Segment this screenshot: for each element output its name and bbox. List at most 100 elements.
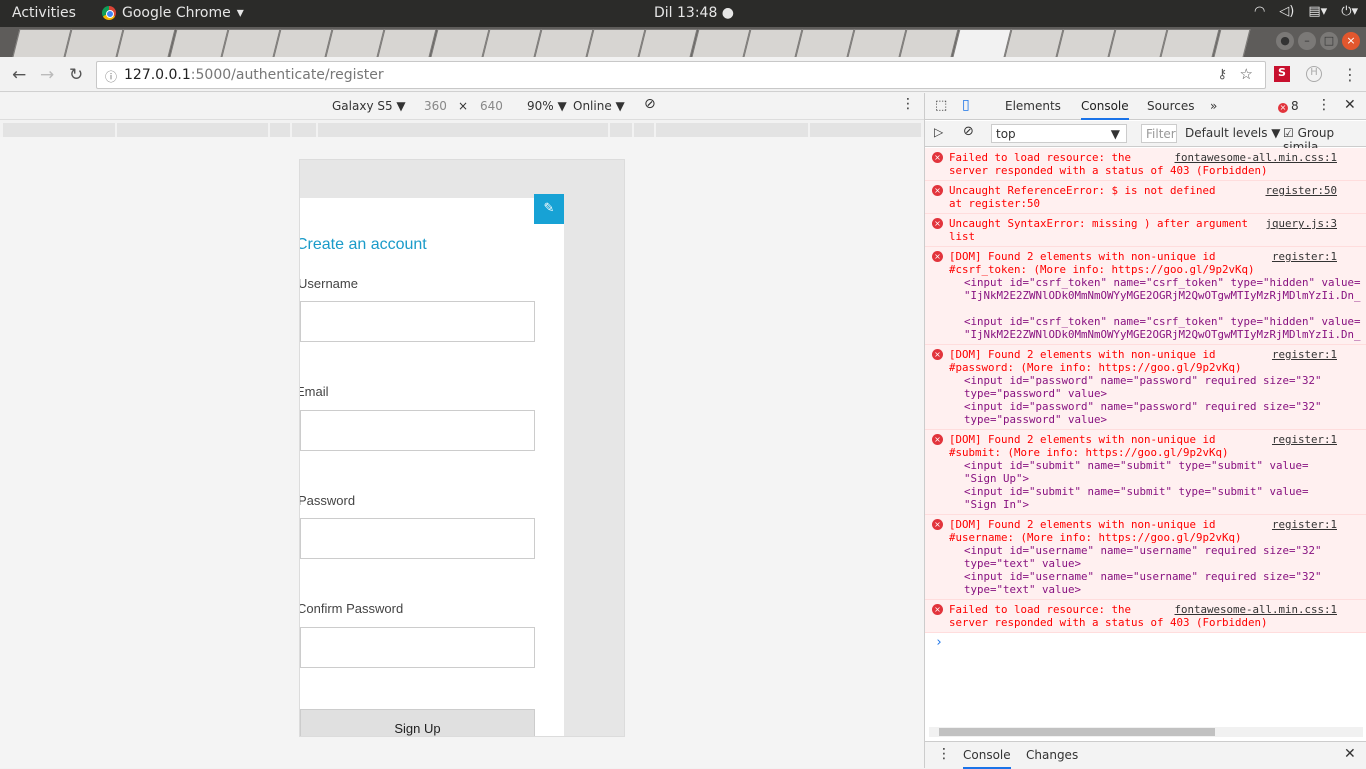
error-source-link[interactable]: register:1 bbox=[1272, 348, 1337, 361]
close-drawer-icon[interactable]: ✕ bbox=[1344, 746, 1356, 762]
browser-tab[interactable]: 🗋12 bbox=[12, 29, 72, 83]
username-input[interactable] bbox=[300, 301, 535, 342]
filter-input[interactable]: Filter bbox=[1141, 124, 1177, 143]
console-error-message[interactable]: × [DOM] Found 2 elements with non-unique … bbox=[925, 430, 1366, 515]
error-source-link[interactable]: fontawesome-all.min.css:1 bbox=[1174, 603, 1337, 616]
ruler-segment[interactable] bbox=[3, 123, 115, 137]
ruler-segment[interactable] bbox=[116, 123, 269, 137]
browser-tab[interactable]: ◉O bbox=[586, 29, 646, 76]
browser-tab[interactable]: 🗋H bbox=[221, 29, 281, 83]
error-source-link[interactable]: register:1 bbox=[1272, 433, 1337, 446]
horizontal-scrollbar[interactable] bbox=[929, 727, 1363, 737]
browser-tab[interactable]: ◉O bbox=[430, 29, 490, 76]
browser-tab[interactable]: Gjq bbox=[1056, 29, 1116, 76]
chrome-menu-icon[interactable]: ⋮ bbox=[1342, 65, 1358, 84]
rotate-icon[interactable]: ⊘ bbox=[644, 96, 656, 112]
browser-tab[interactable]: ◉O bbox=[273, 29, 333, 76]
tab-console[interactable]: Console bbox=[1081, 99, 1129, 120]
device-toggle-icon[interactable]: ▯ bbox=[962, 97, 970, 113]
browser-tab[interactable]: 🗋ht bbox=[1160, 29, 1220, 83]
extension-h-icon[interactable]: H bbox=[1306, 66, 1322, 82]
browser-tab[interactable]: ■Th bbox=[899, 29, 959, 76]
error-source-link[interactable]: fontawesome-all.min.css:1 bbox=[1174, 151, 1337, 164]
device-width[interactable]: 360 bbox=[424, 99, 447, 113]
network-select[interactable]: Online ▼ bbox=[573, 99, 625, 113]
drawer-tab-changes[interactable]: Changes bbox=[1026, 748, 1078, 762]
error-source-link[interactable]: register:1 bbox=[1272, 250, 1337, 263]
device-select[interactable]: Galaxy S5 ▼ bbox=[332, 99, 406, 113]
browser-tab[interactable]: ◉O bbox=[325, 29, 385, 76]
browser-tab[interactable]: ◉O bbox=[638, 29, 698, 76]
console-prompt[interactable]: › bbox=[935, 635, 1366, 650]
close-devtools-icon[interactable]: ✕ bbox=[1344, 97, 1356, 113]
console-error-message[interactable]: × [DOM] Found 2 elements with non-unique … bbox=[925, 515, 1366, 600]
ruler-segment[interactable] bbox=[270, 123, 291, 137]
console-error-message[interactable]: × Uncaught SyntaxError: missing ) after a… bbox=[925, 214, 1366, 247]
close-window-button[interactable]: × bbox=[1342, 32, 1360, 50]
browser-tab[interactable]: ◉O bbox=[482, 29, 542, 76]
ruler-segment[interactable] bbox=[292, 123, 317, 137]
tab-sources[interactable]: Sources bbox=[1147, 99, 1194, 113]
clock[interactable]: Dil 13:48 ● bbox=[654, 5, 734, 21]
bookmark-star-icon[interactable]: ☆ bbox=[1240, 65, 1253, 83]
key-icon[interactable]: ⚷ bbox=[1217, 67, 1227, 82]
ruler-segment[interactable] bbox=[633, 123, 654, 137]
forward-icon[interactable]: → bbox=[40, 65, 54, 85]
browser-tab[interactable]: ◉O bbox=[534, 29, 594, 76]
info-icon[interactable]: ⓘ bbox=[105, 68, 117, 85]
browser-tab[interactable]: 🗋× bbox=[952, 29, 1012, 83]
more-tabs-icon[interactable]: » bbox=[1210, 99, 1217, 113]
browser-tab[interactable]: #! E bbox=[1004, 29, 1064, 76]
context-select[interactable]: top ▼ bbox=[991, 124, 1127, 143]
ruler-segment[interactable] bbox=[655, 123, 809, 137]
minimize-button[interactable]: – bbox=[1298, 32, 1316, 50]
error-source-link[interactable]: register:1 bbox=[1272, 518, 1337, 531]
browser-tab[interactable]: 🗋A bbox=[64, 29, 124, 83]
browser-tab[interactable]: BBo bbox=[795, 29, 855, 76]
more-options-icon[interactable]: ⋮ bbox=[901, 96, 915, 112]
back-icon[interactable]: ← bbox=[12, 65, 26, 85]
browser-tab[interactable]: ◉O bbox=[169, 29, 229, 76]
levels-select[interactable]: Default levels ▼ bbox=[1185, 126, 1281, 140]
browser-tab[interactable]: 🗋jQ bbox=[1108, 29, 1168, 83]
browser-tab[interactable]: ◉fla bbox=[116, 29, 176, 76]
clear-console-icon[interactable]: ⊘ bbox=[963, 124, 974, 139]
browser-tab[interactable]: Gne bbox=[691, 29, 751, 76]
devtools-menu-icon[interactable]: ⋮ bbox=[1317, 97, 1331, 113]
email-input[interactable] bbox=[300, 410, 535, 451]
activities-button[interactable]: Activities bbox=[12, 5, 76, 21]
zoom-select[interactable]: 90% ▼ bbox=[527, 99, 567, 113]
ruler-segment[interactable] bbox=[318, 123, 608, 137]
maximize-button[interactable]: □ bbox=[1320, 32, 1338, 50]
pencil-icon[interactable]: ✎ bbox=[534, 194, 564, 224]
address-bar[interactable]: ⓘ 127.0.0.1:5000/authenticate/register ⚷… bbox=[96, 61, 1266, 89]
console-error-message[interactable]: × [DOM] Found 2 elements with non-unique … bbox=[925, 345, 1366, 430]
browser-tab[interactable]: BBo bbox=[847, 29, 907, 76]
sidebar-toggle-icon[interactable]: ▷ bbox=[934, 125, 943, 139]
browser-tab[interactable]: ◉O bbox=[377, 29, 437, 76]
console-error-message[interactable]: × [DOM] Found 2 elements with non-unique … bbox=[925, 247, 1366, 345]
console-error-message[interactable]: × Uncaught ReferenceError: $ is not defin… bbox=[925, 181, 1366, 214]
profile-icon[interactable]: ● bbox=[1276, 32, 1294, 50]
drawer-menu-icon[interactable]: ⋮ bbox=[937, 746, 951, 762]
sign-up-button[interactable]: Sign Up bbox=[300, 709, 535, 736]
ruler-segment[interactable] bbox=[810, 123, 921, 137]
reload-icon[interactable]: ↻ bbox=[69, 65, 83, 85]
browser-tab[interactable]: BBo bbox=[743, 29, 803, 76]
tab-elements[interactable]: Elements bbox=[1005, 99, 1061, 113]
password-input[interactable] bbox=[300, 518, 535, 559]
console-error-message[interactable]: × Failed to load resource: the server resp… bbox=[925, 600, 1366, 633]
console-error-message[interactable]: × Failed to load resource: the server resp… bbox=[925, 148, 1366, 181]
new-tab-button[interactable] bbox=[1213, 29, 1251, 57]
ruler-segment[interactable] bbox=[609, 123, 632, 137]
device-height[interactable]: 640 bbox=[480, 99, 503, 113]
inspect-element-icon[interactable]: ⬚ bbox=[935, 98, 947, 113]
app-menu[interactable]: Google Chrome ▾ bbox=[102, 5, 244, 21]
error-count-badge[interactable]: × 8 bbox=[1278, 99, 1299, 113]
scrollbar-thumb[interactable] bbox=[939, 728, 1215, 736]
system-tray[interactable]: ◠ ◁) ▤▾ ⏻▾ bbox=[1254, 4, 1358, 19]
error-source-link[interactable]: jquery.js:3 bbox=[1265, 217, 1337, 230]
drawer-tab-console[interactable]: Console bbox=[963, 748, 1011, 769]
extension-s-icon[interactable]: S bbox=[1274, 66, 1290, 82]
error-source-link[interactable]: register:50 bbox=[1265, 184, 1337, 197]
